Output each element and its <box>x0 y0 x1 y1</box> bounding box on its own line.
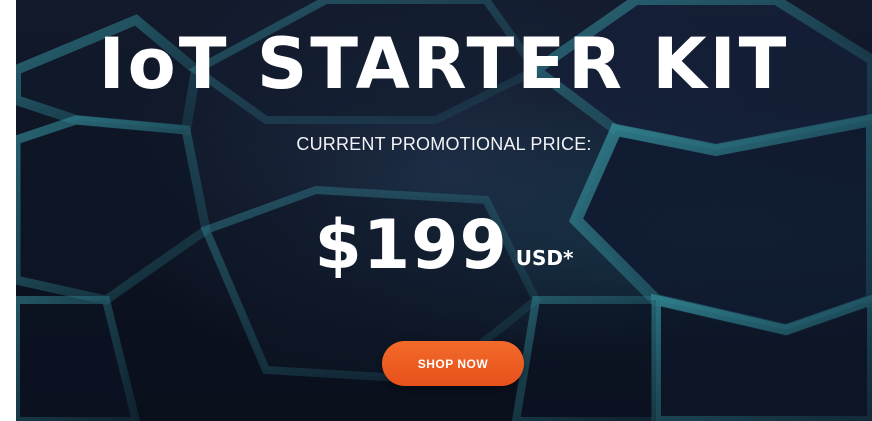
price-amount: $199 <box>314 206 508 285</box>
page-title: IoT STARTER KIT <box>98 23 790 105</box>
price-currency: USD* <box>515 246 574 270</box>
promo-label: CURRENT PROMOTIONAL PRICE: <box>296 134 592 154</box>
shop-now-button[interactable]: SHOP NOW <box>382 341 524 386</box>
hero-banner: IoT STARTER KIT CURRENT PROMOTIONAL PRIC… <box>16 0 872 421</box>
price-display: $199 USD* <box>16 196 872 286</box>
